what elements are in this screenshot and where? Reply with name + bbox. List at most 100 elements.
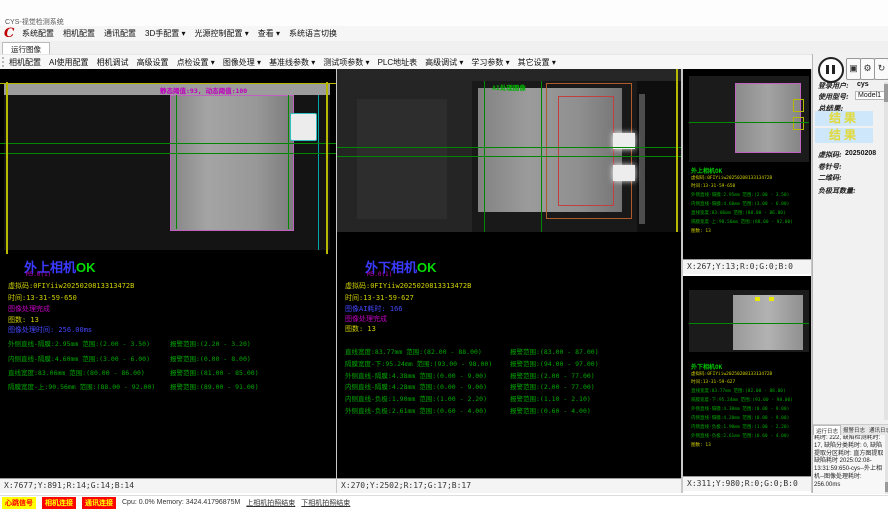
measurement-text: 直线宽度:83.77mm 范围:(82.00 - 88.00) (345, 346, 482, 356)
settings-button[interactable]: ⚙ (860, 58, 875, 80)
result-box-lower: 结果 (815, 128, 873, 143)
tool-camera-config[interactable]: 相机配置 (9, 57, 41, 68)
roi-mark (769, 297, 774, 301)
menu-bar: C 系统配置 相机配置 通讯配置 3D手配置 ▾ 光源控制配置 ▾ 查看 ▾ 系… (0, 26, 888, 42)
tab-strip: 运行图像 (0, 41, 888, 55)
thumb-canvas-upper[interactable]: 外上相机OK 虚拟码:0FIYiiw2025020813313472B 时间:1… (683, 69, 811, 260)
glare-highlight (613, 165, 635, 181)
measurement-text: 内侧直线-隔膜:4.28mm 范围:(0.00 - 9.00) (345, 381, 487, 391)
frame-count-text: 图数: 13 (691, 442, 809, 448)
gear-icon: ⚙ (863, 63, 871, 73)
overlay-line (689, 323, 809, 324)
menu-robot-config[interactable]: 3D手配置 ▾ (145, 28, 185, 39)
menu-system-config[interactable]: 系统配置 (22, 28, 54, 39)
device-button[interactable]: ▣ (846, 58, 861, 80)
menu-comm-config[interactable]: 通讯配置 (104, 28, 136, 39)
log-tab-comm[interactable]: 通讯日志 (867, 425, 888, 435)
ai-label: AI处理图像 (492, 82, 526, 92)
roi-mark (755, 297, 760, 301)
tool-learn-params[interactable]: 学习参数 ▾ (471, 57, 509, 68)
thumb-canvas-lower[interactable]: 外下相机OK 虚拟码:0FIYiiw2025020813313472B 时间:1… (683, 276, 811, 477)
sidebar-scrollbar[interactable] (884, 82, 888, 420)
measurement-text: 内侧直线-负极:1.90mm 范围:(1.00 - 2.20) (691, 424, 809, 430)
alarm-range-text: 报警范围:(94.00 - 97.00) (510, 358, 599, 368)
process-done-text: 图像处理完成 (8, 304, 50, 314)
log-tab-alarm[interactable]: 报警日志 (841, 425, 867, 435)
alarm-range-text: 报警范围:(2.00 - 77.00) (510, 370, 595, 380)
subtag-text: M5.0(1) (26, 271, 51, 278)
measurement-text: 内侧直线-隔膜:4.60mm 范围:(3.00 - 6.00) (691, 201, 809, 207)
barcode-label: 虚拟码: (818, 150, 842, 160)
camera-connect-badge: 相机连接 (42, 497, 76, 509)
time-text: 时间:13-31-59-627 (345, 293, 414, 303)
measurement-text: 外侧直线-负极:2.61mm 范围:(0.60 - 4.00) (691, 433, 809, 439)
toolbar: 相机配置 AI使用配置 相机调试 高级设置 点检设置 ▾ 图像处理 ▾ 基准线参… (0, 54, 812, 70)
qr-code-label: 二维码: (818, 173, 842, 183)
machine-highlight (639, 94, 645, 224)
tool-plc-address[interactable]: PLC地址表 (378, 57, 418, 68)
log-tab-run[interactable]: 运行日志 (813, 425, 841, 435)
app-logo-icon: C (4, 26, 14, 41)
measurement-text: 内侧直线-隔膜:4.28mm 范围:(0.00 - 9.00) (691, 415, 809, 421)
menu-camera-config[interactable]: 相机配置 (63, 28, 95, 39)
overlay-line (337, 147, 681, 148)
cpu-memory-text: Cpu: 0.0% Memory: 3424.41796875M (122, 499, 240, 506)
tool-other-settings[interactable]: 其它设置 ▾ (518, 57, 556, 68)
alarm-range-text: 报警范围:(0.60 - 4.00) (510, 405, 591, 415)
machine-surface (337, 69, 681, 81)
measurement-text: 外侧直线-隔膜:4.38mm 范围:(0.00 - 9.00) (345, 370, 487, 380)
camera-canvas-upper[interactable]: 静态阈值:93, 动态阈值:100 外上相机OK M5.0(1) 虚拟码:0FI… (0, 69, 336, 479)
pixel-coordinate-bar: X:267;Y:13;R:0;G:0;B:0 (683, 259, 811, 274)
thumb-view-upper: 外上相机OK 虚拟码:0FIYiiw2025020813313472B 时间:1… (683, 69, 811, 274)
tool-baseline-params[interactable]: 基准线参数 ▾ (269, 57, 315, 68)
tool-spot-check[interactable]: 点检设置 ▾ (177, 57, 215, 68)
pause-button[interactable] (818, 57, 844, 83)
process-time-text: 图像处理时间: 256.00ms (8, 325, 92, 335)
roi-mark (793, 99, 804, 112)
camera-canvas-lower[interactable]: AI处理图像 外下相机OK M5.0(1) 虚拟码:0FIYiiw2025020… (337, 69, 681, 479)
sidebar-scroll-thumb[interactable] (884, 84, 888, 102)
tool-image-processing[interactable]: 图像处理 ▾ (223, 57, 261, 68)
frame-count-text: 图数: 13 (691, 228, 809, 234)
status-bar: 心跳信号 相机连接 通讯连接 Cpu: 0.0% Memory: 3424.41… (0, 495, 888, 509)
model-label: 使用型号: (818, 92, 849, 102)
overlay-line (6, 82, 8, 254)
tool-advanced-debug[interactable]: 高级调试 ▾ (425, 57, 463, 68)
measurement-text: 内侧直线-负极:1.90mm 范围:(1.00 - 2.20) (345, 393, 487, 403)
barcode-text: 虚拟码:0FIYiiw2025020813313472B (691, 175, 809, 181)
overlay-line (176, 95, 177, 229)
log-text: 耗时: 222, 缺陷检测耗时: 17, 缺陷分类耗时: 0, 缺陷提取分区耗时… (814, 435, 884, 493)
barcode-text: 虚拟码:0FIYiiw2025020813313472B (345, 281, 471, 291)
device-icon: ▣ (849, 63, 858, 73)
menu-light-config[interactable]: 光源控制配置 ▾ (194, 28, 248, 39)
tool-test-params[interactable]: 测试项参数 ▾ (323, 57, 369, 68)
log-panel: 运行日志 报警日志 通讯日志 耗时: 222, 缺陷检测耗时: 17, 缺陷分类… (813, 424, 888, 494)
measurement-text: 外侧直线-隔膜:2.95mm 范围:(2.00 - 3.50) (8, 338, 150, 348)
camera-view-upper: 静态阈值:93, 动态阈值:100 外上相机OK M5.0(1) 虚拟码:0FI… (0, 69, 336, 493)
log-tabs: 运行日志 报警日志 通讯日志 (813, 425, 888, 435)
result-box-upper: 结果 (815, 111, 873, 126)
measurement-text: 外侧直线-隔膜:2.95mm 范围:(2.00 - 3.50) (691, 192, 809, 198)
alarm-range-text: 报警范围:(0.00 - 8.00) (170, 353, 251, 363)
login-user-value[interactable]: cys (857, 81, 869, 88)
refresh-button[interactable]: ↻ (874, 58, 888, 80)
tab-count-label: 负极耳数量: (818, 186, 856, 196)
right-sidebar: ▣ ⚙ ↻ 登录用户: cys 使用型号: Model1 总结果: 结果 结果 … (812, 54, 888, 493)
toolbar-grip[interactable] (2, 57, 6, 67)
overlay-line (337, 156, 681, 157)
product-region (735, 83, 801, 153)
menu-view[interactable]: 查看 ▾ (258, 28, 280, 39)
thumb-title: 外上相机OK (691, 166, 722, 175)
overlay-line (326, 82, 328, 254)
time-text: 时间:13-31-59-627 (691, 379, 809, 385)
barcode-value: 20250208 (845, 150, 876, 157)
pixel-coordinate-bar: X:311;Y:980;R:0;G:0;B:0 (683, 476, 811, 491)
tool-advanced-settings[interactable]: 高级设置 (137, 57, 169, 68)
tool-camera-debug[interactable]: 相机调试 (97, 57, 129, 68)
pixel-coordinate-bar: X:7677;Y:891;R:14;G:14;B:14 (0, 478, 336, 493)
overlay-line (0, 153, 336, 154)
thumb-view-lower: 外下相机OK 虚拟码:0FIYiiw2025020813313472B 时间:1… (683, 276, 811, 491)
menu-language-switch[interactable]: 系统语言切换 (289, 28, 337, 39)
window-titlebar: CYS-视觉检测系统 (0, 0, 888, 26)
tool-ai-config[interactable]: AI使用配置 (49, 57, 89, 68)
